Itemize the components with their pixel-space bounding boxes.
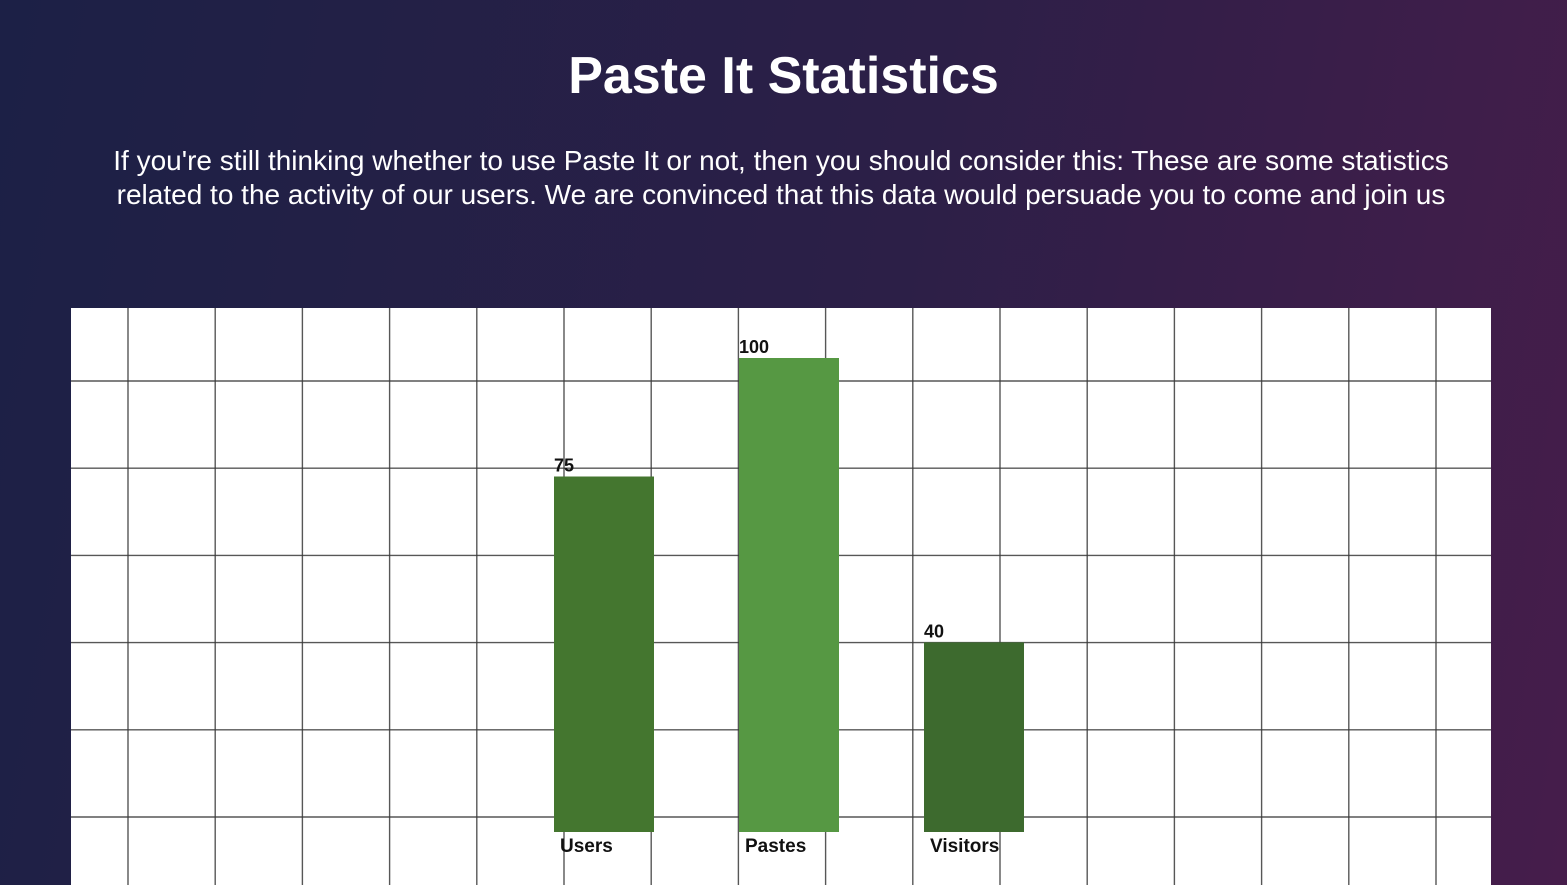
bar-chart: 75 Users 100 Pastes 40 Visitors xyxy=(71,308,1491,885)
value-label-users: 75 xyxy=(554,456,574,476)
chart-bars xyxy=(554,358,1024,832)
category-label-users: Users xyxy=(560,836,613,857)
bar-users xyxy=(554,476,654,832)
bar-visitors xyxy=(924,642,1024,832)
category-label-visitors: Visitors xyxy=(930,836,999,857)
value-label-pastes: 100 xyxy=(739,337,769,357)
chart-svg: 75 Users 100 Pastes 40 Visitors xyxy=(71,308,1491,885)
intro-text: If you're still thinking whether to use … xyxy=(113,145,1449,210)
page-title: Paste It Statistics xyxy=(568,47,999,105)
bar-pastes xyxy=(739,358,839,832)
value-label-visitors: 40 xyxy=(924,621,944,641)
category-label-pastes: Pastes xyxy=(745,836,806,857)
